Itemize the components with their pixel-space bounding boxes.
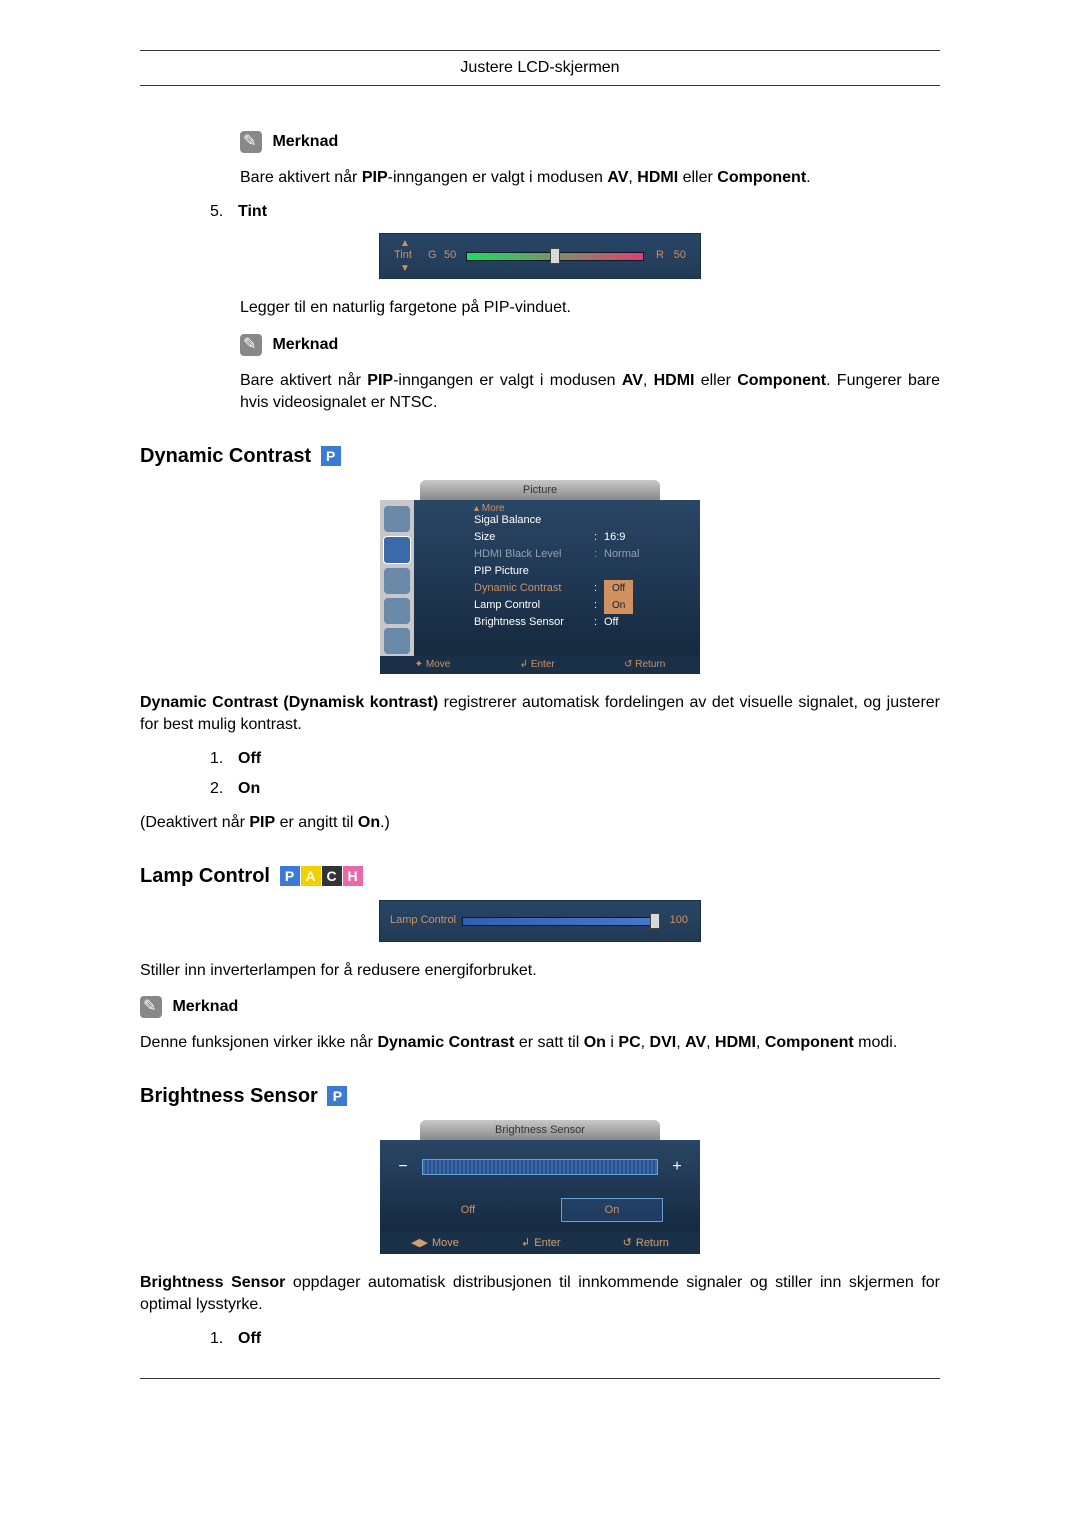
brightness-on-option: On bbox=[561, 1198, 663, 1222]
menu-row-pip-picture: PIP Picture bbox=[474, 563, 686, 580]
mode-badge-p: P bbox=[327, 1086, 347, 1106]
arrow-down-icon: ▼ bbox=[400, 263, 410, 274]
menu-row-size: Size:16:9 bbox=[474, 529, 686, 546]
lamp-control-bar bbox=[462, 917, 656, 926]
brightness-sensor-tab: Brightness Sensor bbox=[420, 1120, 660, 1140]
note-icon bbox=[240, 131, 262, 153]
brightness-sensor-widget: Brightness Sensor − + Off On ◀▶Move ↲Ent… bbox=[380, 1120, 700, 1254]
mode-badge-c: C bbox=[322, 866, 342, 886]
heading-dynamic-contrast: Dynamic Contrast P bbox=[140, 445, 940, 468]
heading-lamp-control: Lamp Control P A C H bbox=[140, 865, 940, 888]
list-item-tint: 5.Tint bbox=[210, 203, 940, 221]
tint-green-label: G bbox=[428, 249, 437, 261]
lamp-control-handle bbox=[650, 913, 660, 929]
lamp-control-widget: Lamp Control 100 bbox=[379, 900, 701, 942]
mode-badge-a: A bbox=[301, 866, 321, 886]
tint-description: Legger til en naturlig fargetone på PIP-… bbox=[240, 297, 940, 319]
more-indicator: ▴ More bbox=[474, 503, 505, 514]
list-item: 1.Off bbox=[210, 750, 940, 768]
mode-badge-h: H bbox=[343, 866, 363, 886]
dynamic-contrast-note: (Deaktivert når PIP er angitt til On.) bbox=[140, 812, 940, 834]
arrow-up-icon: ▲ bbox=[400, 238, 410, 249]
brightness-off-option: Off bbox=[417, 1198, 519, 1222]
minus-icon: − bbox=[396, 1158, 410, 1176]
dynamic-contrast-description: Dynamic Contrast (Dynamisk kontrast) reg… bbox=[140, 692, 940, 737]
list-item: 2.On bbox=[210, 780, 940, 798]
lamp-control-note: Denne funksjonen virker ikke når Dynamic… bbox=[140, 1032, 940, 1054]
note-icon bbox=[240, 334, 262, 356]
menu-row-dynamic-contrast: Dynamic Contrast:Off bbox=[474, 580, 686, 597]
page-header-title: Justere LCD-skjermen bbox=[140, 59, 940, 77]
tint-green-value: 50 bbox=[444, 249, 456, 261]
menu-row-brightness-sensor: Brightness Sensor:Off bbox=[474, 614, 686, 631]
picture-menu-footer: ✦ Move ↲ Enter ↺ Return bbox=[380, 656, 700, 674]
menu-row-hdmi-black: HDMI Black Level:Normal bbox=[474, 546, 686, 563]
tint-label: Tint bbox=[394, 249, 412, 261]
lamp-control-label: Lamp Control bbox=[390, 914, 456, 926]
note-label: Merknad bbox=[172, 998, 238, 1015]
brightness-sensor-description: Brightness Sensor oppdager automatisk di… bbox=[140, 1272, 940, 1317]
lamp-control-value: 100 bbox=[670, 914, 688, 926]
menu-row-signal-balance: Sigal Balance bbox=[474, 512, 686, 529]
mode-badge-p: P bbox=[321, 446, 341, 466]
tint-red-value: 50 bbox=[674, 249, 686, 261]
tint-slider-widget: ▲ ▼ Tint G 50 R 50 bbox=[379, 233, 701, 279]
heading-brightness-sensor: Brightness Sensor P bbox=[140, 1085, 940, 1108]
brightness-sensor-footer: ◀▶Move ↲Enter ↺Return bbox=[380, 1232, 700, 1254]
picture-menu-sidebar bbox=[380, 500, 414, 656]
menu-row-lamp-control: Lamp Control:On bbox=[474, 597, 686, 614]
plus-icon: + bbox=[670, 1158, 684, 1176]
note-label: Merknad bbox=[272, 336, 338, 353]
picture-menu-tab: Picture bbox=[420, 480, 660, 500]
note-icon bbox=[140, 996, 162, 1018]
picture-menu-widget: Picture ▴ More Sigal Balance Size:16:9 H… bbox=[380, 480, 700, 674]
note-label: Merknad bbox=[272, 133, 338, 150]
tint-red-label: R bbox=[656, 249, 664, 261]
list-item: 1.Off bbox=[210, 1330, 940, 1348]
lamp-control-description: Stiller inn inverterlampen for å reduser… bbox=[140, 960, 940, 982]
tint-slider-handle bbox=[550, 248, 560, 264]
note-text-2: Bare aktivert når PIP-inngangen er valgt… bbox=[240, 370, 940, 415]
brightness-bar bbox=[422, 1159, 658, 1175]
mode-badge-p: P bbox=[280, 866, 300, 886]
note-text-1: Bare aktivert når PIP-inngangen er valgt… bbox=[240, 167, 940, 189]
